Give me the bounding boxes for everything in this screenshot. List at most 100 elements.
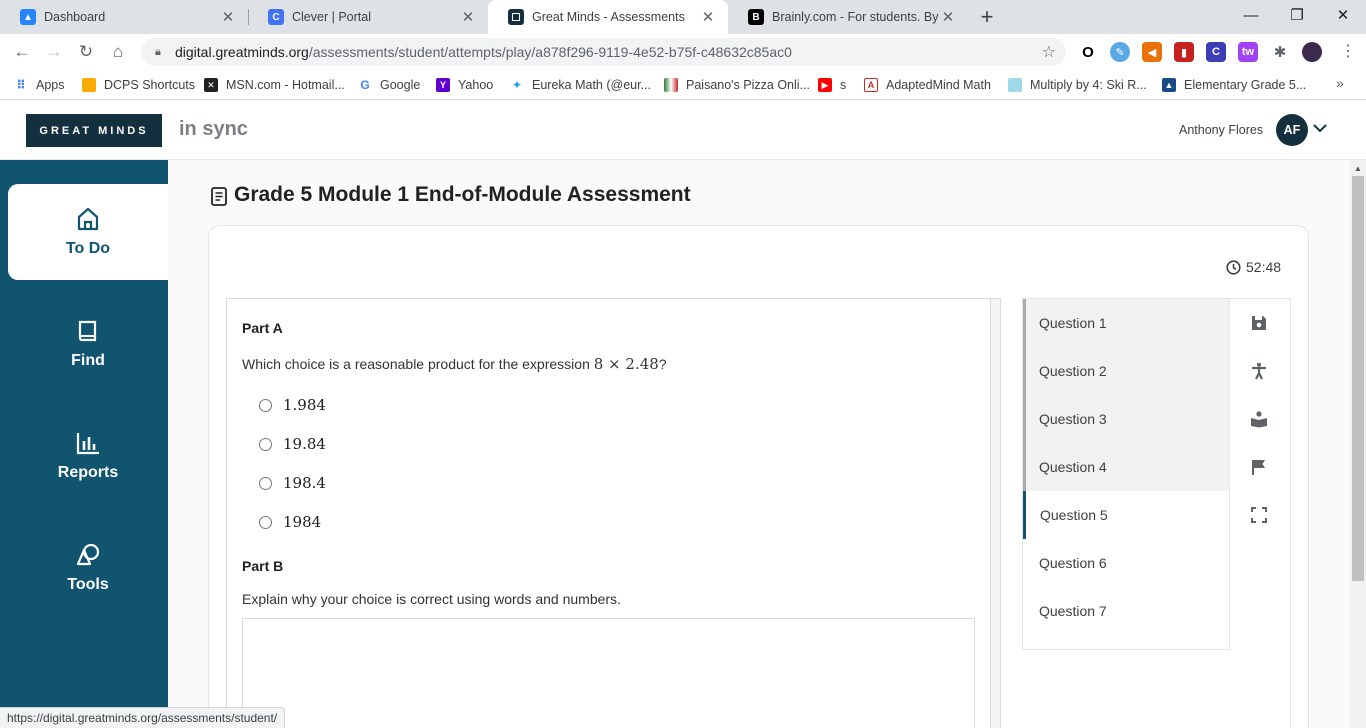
radio-button[interactable] <box>259 398 272 412</box>
extensions-puzzle-icon[interactable]: ✱ <box>1270 42 1290 62</box>
clever-icon: C <box>268 9 284 25</box>
extension-tw-icon[interactable]: tw <box>1238 42 1258 62</box>
extension-pen-icon[interactable]: ✎ <box>1110 42 1130 62</box>
bookmark-label: MSN.com - Hotmail... <box>226 78 345 92</box>
browser-tab-greatminds[interactable]: Great Minds - Assessments ✕ <box>488 0 728 34</box>
bookmark-elementary[interactable]: ▲ Elementary Grade 5... <box>1162 76 1306 94</box>
answer-choice[interactable]: 1984 <box>259 513 321 531</box>
reload-button[interactable]: ↻ <box>74 40 98 64</box>
reader-button[interactable] <box>1247 407 1271 431</box>
timer: 52:48 <box>1226 259 1281 275</box>
nav-item-find[interactable]: Find <box>8 296 168 392</box>
scroll-up-icon[interactable]: ▲ <box>1354 164 1362 173</box>
google-icon: G <box>360 78 370 92</box>
part-b-prompt: Explain why your choice is correct using… <box>242 591 621 607</box>
bookmark-yahoo[interactable]: Y Yahoo <box>436 76 493 94</box>
close-tab-icon[interactable]: ✕ <box>460 8 476 26</box>
part-b-label: Part B <box>242 558 284 574</box>
flag-button[interactable] <box>1247 455 1271 479</box>
bookmark-label: Multiply by 4: Ski R... <box>1030 78 1147 92</box>
close-tab-icon[interactable]: ✕ <box>940 8 956 26</box>
browser-tab-dashboard[interactable]: ▲ Dashboard ✕ <box>0 0 248 34</box>
browser-tab-strip: ▲ Dashboard ✕ C Clever | Portal ✕ Great … <box>0 0 1366 34</box>
page-scrollbar[interactable]: ▲ <box>1350 160 1366 728</box>
clock-icon <box>1226 259 1241 275</box>
bookmark-s[interactable]: ▶ s <box>818 76 846 94</box>
forward-button[interactable]: → <box>42 40 66 64</box>
browser-menu-icon[interactable]: ⋮ <box>1340 42 1356 62</box>
yahoo-icon: Y <box>436 78 450 92</box>
more-bookmarks-icon[interactable]: » <box>1336 75 1344 91</box>
question-item-6[interactable]: Question 6 <box>1023 539 1229 587</box>
app-header: GREAT MINDS in sync Anthony Flores AF <box>0 101 1366 160</box>
radio-button[interactable] <box>259 437 272 451</box>
restore-button[interactable]: ❐ <box>1274 0 1320 30</box>
nav-label: Reports <box>57 464 119 481</box>
extension-c-icon[interactable]: C <box>1206 42 1226 62</box>
bookmark-paisanos[interactable]: Paisano's Pizza Onli... <box>664 76 810 94</box>
back-button[interactable]: ← <box>10 40 34 64</box>
question-item-2[interactable]: Question 2 <box>1023 347 1229 395</box>
omnibox[interactable]: 🔒︎ digital.greatminds.org/assessments/st… <box>141 38 1066 66</box>
user-avatar[interactable]: AF <box>1276 114 1308 146</box>
close-window-button[interactable]: ✕ <box>1320 0 1366 30</box>
product-name: in sync <box>179 118 248 140</box>
question-item-5[interactable]: Question 5 <box>1023 491 1229 539</box>
nav-label: To Do <box>65 240 111 257</box>
answer-choice[interactable]: 198.4 <box>259 474 326 492</box>
close-tab-icon[interactable]: ✕ <box>220 8 236 26</box>
question-list: Question 1 Question 2 Question 3 Questio… <box>1022 298 1230 650</box>
tab-title: Dashboard <box>44 10 106 24</box>
scroll-thumb[interactable] <box>1352 176 1364 581</box>
answer-choice[interactable]: 19.84 <box>259 435 326 453</box>
great-minds-logo[interactable]: GREAT MINDS <box>26 114 162 147</box>
radio-button[interactable] <box>259 515 272 529</box>
save-button[interactable] <box>1247 311 1271 335</box>
question-item-4[interactable]: Question 4 <box>1023 443 1229 491</box>
bookmark-dcps[interactable]: DCPS Shortcuts <box>82 76 195 94</box>
browser-tab-brainly[interactable]: B Brainly.com - For students. By stu ✕ <box>728 0 968 34</box>
bookmark-adaptedmind[interactable]: A AdaptedMind Math <box>864 76 991 94</box>
answer-choice[interactable]: 1.984 <box>259 396 326 414</box>
question-item-1[interactable]: Question 1 <box>1023 299 1229 347</box>
page-title: Grade 5 Module 1 End-of-Module Assessmen… <box>234 183 691 206</box>
browser-tab-clever[interactable]: C Clever | Portal ✕ <box>248 0 488 34</box>
nav-item-to-do[interactable]: To Do <box>8 184 168 280</box>
chevron-down-icon[interactable] <box>1312 120 1328 136</box>
bookmark-multiply[interactable]: Multiply by 4: Ski R... <box>1008 76 1147 94</box>
apps-grid-icon: ⠿ <box>16 78 26 92</box>
lock-icon[interactable]: 🔒︎ <box>155 46 167 59</box>
bookmark-msn[interactable]: ✕ MSN.com - Hotmail... <box>204 76 345 94</box>
atlassian-icon: ▲ <box>20 9 36 25</box>
close-tab-icon[interactable]: ✕ <box>700 8 716 26</box>
youtube-icon: ▶ <box>818 78 832 92</box>
radio-button[interactable] <box>259 476 272 490</box>
nav-item-tools[interactable]: Tools <box>8 520 168 616</box>
address-toolbar: ← → ↻ ⌂ 🔒︎ digital.greatminds.org/assess… <box>0 34 1366 70</box>
twitter-icon: ✦ <box>511 78 523 92</box>
home-button[interactable]: ⌂ <box>106 40 130 64</box>
bookmark-google[interactable]: G Google <box>358 76 420 94</box>
fullscreen-button[interactable] <box>1247 503 1271 527</box>
response-textarea[interactable] <box>242 618 975 728</box>
book-icon <box>78 320 97 342</box>
question-item-7[interactable]: Question 7 <box>1023 587 1229 635</box>
minimize-button[interactable]: — <box>1228 0 1274 30</box>
new-tab-button[interactable]: + <box>976 4 998 30</box>
bookmark-eureka[interactable]: ✦ Eureka Math (@eur... <box>510 76 651 94</box>
question-pane-scrollbar[interactable] <box>990 299 1000 728</box>
accessibility-button[interactable] <box>1247 359 1271 383</box>
extension-book-icon[interactable]: ▮ <box>1174 42 1194 62</box>
choice-value: 1.984 <box>283 396 326 414</box>
bookmark-apps[interactable]: ⠿ Apps <box>14 76 64 94</box>
extension-ring-icon[interactable]: O <box>1078 42 1098 62</box>
bookmark-star-icon[interactable]: ☆ <box>1042 42 1056 62</box>
reader-icon <box>1251 411 1267 428</box>
choice-value: 19.84 <box>283 435 326 453</box>
extension-megaphone-icon[interactable]: ◀ <box>1142 42 1162 62</box>
nav-item-reports[interactable]: Reports <box>8 408 168 504</box>
aplus-icon: A <box>864 78 878 92</box>
question-item-3[interactable]: Question 3 <box>1023 395 1229 443</box>
profile-avatar-icon[interactable] <box>1302 42 1322 62</box>
save-icon <box>1252 316 1266 330</box>
